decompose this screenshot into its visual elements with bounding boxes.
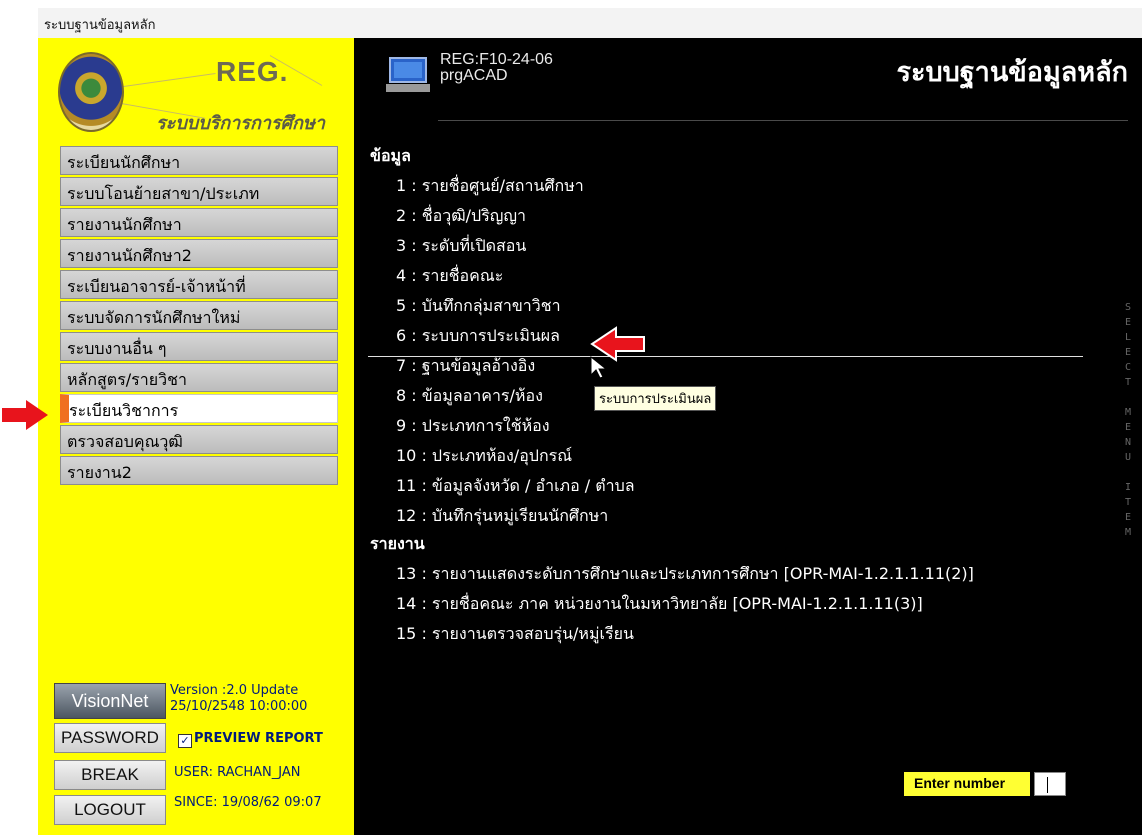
window-title: ระบบฐานข้อมูลหลัก <box>38 8 1142 38</box>
sidebar: REG. ระบบบริการการศึกษา ระเบียนนักศึกษา … <box>38 38 354 835</box>
menu-item-7[interactable]: 7 : ฐานข้อมูลอ้างอิง <box>396 354 535 379</box>
menu-item-15[interactable]: 15 : รายงานตรวจสอบรุ่น/หมู่เรียน <box>396 622 634 647</box>
menu-item-6[interactable]: 6 : ระบบการประเมินผล <box>396 324 560 349</box>
computer-icon <box>386 57 430 92</box>
version-info: Version :2.0 Update 25/10/2548 10:00:00 <box>170 683 350 715</box>
menu-item-8[interactable]: 8 : ข้อมูลอาคาร/ห้อง <box>396 384 543 409</box>
select-menu-item-vertical-label: SELECT MENU ITEM <box>1124 302 1132 538</box>
version-line: Version :2.0 Update <box>170 683 299 698</box>
preview-report-checkbox-row[interactable]: ✓ PREVIEW REPORT <box>178 731 323 748</box>
sidebar-item-qualification-check[interactable]: ตรวจสอบคุณวุฒิ <box>60 425 338 454</box>
university-seal-icon <box>58 52 124 132</box>
sidebar-item-student-records[interactable]: ระเบียนนักศึกษา <box>60 146 338 175</box>
preview-report-checkbox[interactable]: ✓ <box>178 734 192 748</box>
sidebar-item-student-report[interactable]: รายงานนักศึกษา <box>60 208 338 237</box>
program-code-line2: prgACAD <box>440 67 508 84</box>
preview-report-label: PREVIEW REPORT <box>194 731 323 746</box>
logo-subtitle: ระบบบริการการศึกษา <box>156 113 325 134</box>
reg-logo: REG. ระบบบริการการศึกษา <box>56 50 336 144</box>
menu-item-1[interactable]: 1 : รายชื่อศูนย์/สถานศึกษา <box>396 174 584 199</box>
left-red-arrow-icon <box>2 400 48 430</box>
sidebar-item-report2[interactable]: รายงาน2 <box>60 456 338 485</box>
program-code-line1: REG:F10-24-06 <box>440 51 553 68</box>
menu-item-12[interactable]: 12 : บันทึกรุ่นหมู่เรียนนักศึกษา <box>396 504 608 529</box>
enter-number-input[interactable] <box>1034 772 1066 796</box>
title-divider <box>438 120 1128 121</box>
sidebar-item-student-report2[interactable]: รายงานนักศึกษา2 <box>60 239 338 268</box>
sidebar-menu: ระเบียนนักศึกษา ระบบโอนย้ายสาขา/ประเภท ร… <box>60 146 338 487</box>
mouse-cursor-icon <box>590 356 608 379</box>
user-label: USER: RACHAN_JAN <box>174 765 301 780</box>
enter-number-label: Enter number <box>904 772 1030 796</box>
section-report-heading: รายงาน <box>370 534 425 553</box>
sidebar-item-other-systems[interactable]: ระบบงานอื่น ๆ <box>60 332 338 361</box>
sidebar-item-new-students[interactable]: ระบบจัดการนักศึกษาใหม่ <box>60 301 338 330</box>
menu-item-13[interactable]: 13 : รายงานแสดงระดับการศึกษาและประเภทการ… <box>396 562 974 587</box>
page-title: ระบบฐานข้อมูลหลัก <box>896 57 1128 88</box>
menu-item-5[interactable]: 5 : บันทึกกลุ่มสาขาวิชา <box>396 294 561 319</box>
logout-button[interactable]: LOGOUT <box>54 795 166 825</box>
visionnet-logo: VisionNet <box>54 683 166 719</box>
menu-item-14[interactable]: 14 : รายชื่อคณะ ภาค หน่วยงานในมหาวิทยาลั… <box>396 592 923 617</box>
program-code: REG:F10-24-06 prgACAD <box>440 52 553 84</box>
main-panel: REG:F10-24-06 prgACAD ระบบฐานข้อมูลหลัก … <box>354 38 1142 835</box>
sidebar-item-staff-records[interactable]: ระเบียนอาจารย์-เจ้าหน้าที่ <box>60 270 338 299</box>
password-button[interactable]: PASSWORD <box>54 723 166 753</box>
sidebar-item-transfer[interactable]: ระบบโอนย้ายสาขา/ประเภท <box>60 177 338 206</box>
break-button[interactable]: BREAK <box>54 760 166 790</box>
menu-item-11[interactable]: 11 : ข้อมูลจังหวัด / อำเภอ / ตำบล <box>396 474 635 499</box>
version-date: 25/10/2548 10:00:00 <box>170 699 308 714</box>
menu-item-9[interactable]: 9 : ประเภทการใช้ห้อง <box>396 414 550 439</box>
tooltip: ระบบการประเมินผล <box>594 386 717 411</box>
sidebar-item-academic-records[interactable]: ระเบียนวิชาการ <box>60 394 338 423</box>
menu-item-2[interactable]: 2 : ชื่อวุฒิ/ปริญญา <box>396 204 526 229</box>
sidebar-item-curriculum[interactable]: หลักสูตร/รายวิชา <box>60 363 338 392</box>
menu-item-3[interactable]: 3 : ระดับที่เปิดสอน <box>396 234 526 259</box>
section-data-heading: ข้อมูล <box>370 146 411 165</box>
menu-item-10[interactable]: 10 : ประเภทห้อง/อุปกรณ์ <box>396 444 572 469</box>
menu-item-4[interactable]: 4 : รายชื่อคณะ <box>396 264 503 289</box>
logo-reg-text: REG. <box>216 56 289 87</box>
since-label: SINCE: 19/08/62 09:07 <box>174 795 322 810</box>
